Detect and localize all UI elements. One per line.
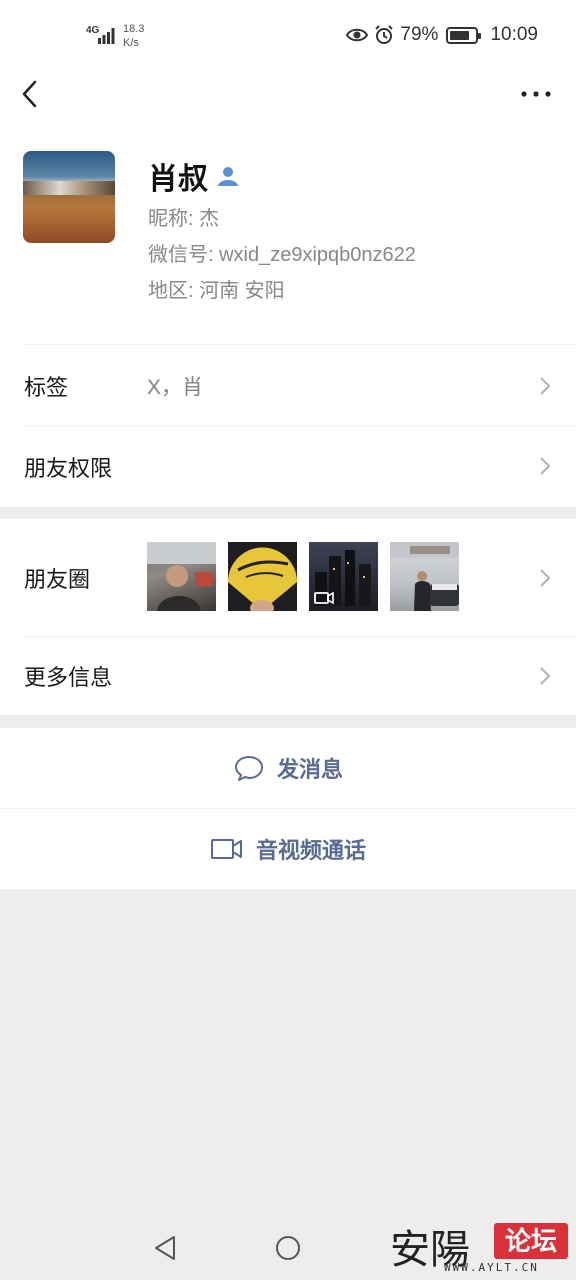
watermark-url: WWW.AYLT.CN xyxy=(444,1261,539,1274)
tags-value: X，肖 xyxy=(147,376,204,399)
forum-watermark: 安陽 论坛 WWW.AYLT.CN xyxy=(390,1205,576,1280)
battery-percent: 79% xyxy=(400,24,439,45)
nickname: 昵称: 杰 xyxy=(148,208,220,230)
moments-label: 朋友圈 xyxy=(24,566,91,592)
chevron-right-icon xyxy=(540,667,551,685)
signal-icon xyxy=(98,28,115,44)
more-info-row[interactable]: 更多信息 xyxy=(0,637,576,715)
region: 地区: 河南 安阳 xyxy=(148,280,285,302)
contact-person-icon xyxy=(218,167,238,186)
status-bar: 4G 18.3 K/s 79% 10:09 xyxy=(0,0,576,70)
watermark-badge: 论坛 xyxy=(494,1223,568,1259)
friend-permissions-label: 朋友权限 xyxy=(24,456,113,481)
video-call-button[interactable]: 音视频通话 xyxy=(0,809,576,889)
more-info-label: 更多信息 xyxy=(24,665,113,690)
moment-thumbnail-3[interactable] xyxy=(309,542,378,611)
nav-back-triangle-icon[interactable] xyxy=(152,1234,178,1262)
back-icon[interactable] xyxy=(14,76,48,112)
nav-home-circle-icon[interactable] xyxy=(274,1234,302,1262)
video-camera-icon xyxy=(210,839,242,859)
more-icon[interactable] xyxy=(514,82,558,106)
battery-icon xyxy=(446,26,482,44)
avatar[interactable] xyxy=(23,151,115,243)
network-speed: 18.3 K/s xyxy=(123,23,145,49)
chevron-right-icon xyxy=(540,377,551,395)
tags-label: 标签 xyxy=(24,375,69,400)
eye-icon xyxy=(346,28,369,42)
chevron-right-icon xyxy=(540,457,551,475)
moment-thumbnail-1[interactable] xyxy=(147,542,216,611)
friend-permissions-row[interactable]: 朋友权限 xyxy=(0,427,576,507)
wechat-id: 微信号: wxid_ze9xipqb0nz622 xyxy=(148,244,416,266)
chat-bubble-icon xyxy=(234,756,263,781)
contact-name: 肖叔 xyxy=(148,163,208,196)
moment-thumbnail-4[interactable] xyxy=(390,542,459,611)
alarm-icon xyxy=(375,25,394,44)
tags-row[interactable]: 标签 X，肖 xyxy=(0,346,576,426)
send-message-button[interactable]: 发消息 xyxy=(0,728,576,808)
clock: 10:09 xyxy=(490,24,538,45)
chevron-right-icon xyxy=(540,569,551,587)
send-message-label: 发消息 xyxy=(276,757,343,782)
divider xyxy=(24,344,576,345)
video-call-label: 音视频通话 xyxy=(255,838,366,863)
moment-thumbnail-2[interactable] xyxy=(228,542,297,611)
